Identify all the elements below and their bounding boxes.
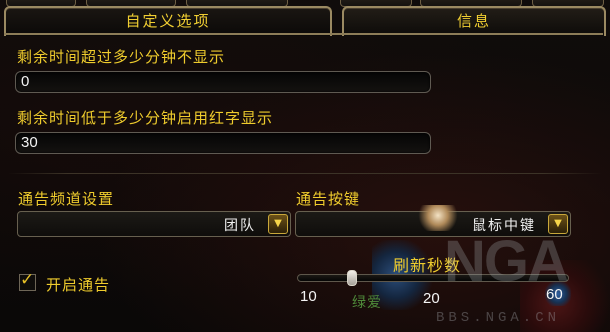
checkmark-icon: ✓ xyxy=(20,270,35,290)
channel-dropdown[interactable]: 团队 ▼ xyxy=(17,211,291,237)
slider-min-label: 10 xyxy=(300,288,317,305)
hide-over-input[interactable]: 0 xyxy=(15,71,431,93)
tab-label: 自定义选项 xyxy=(125,12,211,30)
enable-announce-label: 开启通告 xyxy=(46,276,111,294)
channel-selected: 团队 xyxy=(224,218,256,234)
tab-custom-options[interactable]: 自定义选项 xyxy=(4,6,332,36)
tab-info[interactable]: 信息 xyxy=(342,6,606,36)
watermark-logo: NGA xyxy=(444,229,569,294)
hide-over-value: 0 xyxy=(21,73,30,90)
tab-label: 信息 xyxy=(456,12,491,30)
background-status-text: 绿爱 xyxy=(352,295,382,311)
enable-announce-checkbox[interactable]: ✓ xyxy=(19,270,36,291)
chevron-down-icon[interactable]: ▼ xyxy=(268,214,288,234)
slider-value-label: 20 xyxy=(423,290,440,307)
watermark-url: BBS.NGA.CN xyxy=(436,310,561,326)
key-label: 通告按键 xyxy=(296,190,361,208)
red-below-value: 30 xyxy=(21,134,38,151)
channel-label: 通告频道设置 xyxy=(18,190,115,208)
red-below-input[interactable]: 30 xyxy=(15,132,431,154)
red-below-label: 剩余时间低于多少分钟启用红字显示 xyxy=(17,109,274,127)
refresh-slider-thumb[interactable] xyxy=(347,270,358,286)
hide-over-label: 剩余时间超过多少分钟不显示 xyxy=(17,48,226,66)
section-divider xyxy=(8,173,602,174)
